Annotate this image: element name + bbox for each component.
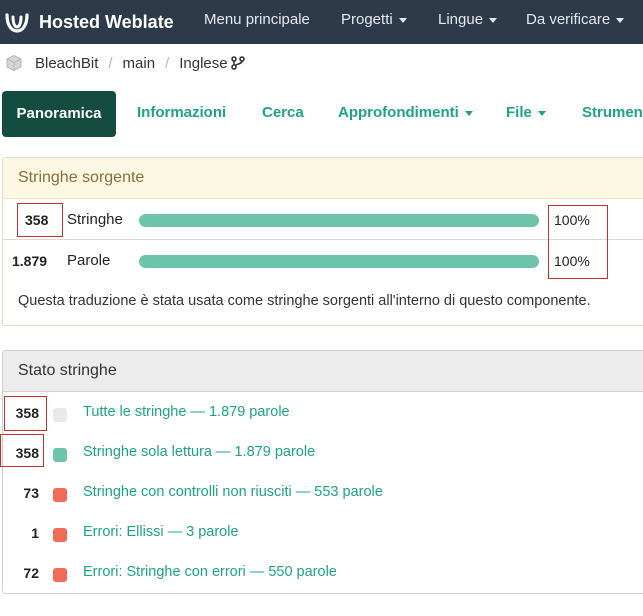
tab-label: Approfondimenti — [338, 104, 459, 121]
source-strings-panel: Stringhe sorgente 358 Stringhe 100% 1.87… — [2, 157, 643, 326]
stat-label: Stringhe — [67, 211, 123, 228]
source-usage-note: Questa traduzione è stata usata come str… — [18, 293, 591, 309]
tab-cerca[interactable]: Cerca — [262, 90, 304, 136]
stat-row-words: 1.879 Parole 100% — [3, 240, 643, 280]
status-count: 73 — [23, 485, 39, 501]
status-color-icon — [53, 488, 67, 502]
tab-label: Panoramica — [16, 105, 102, 122]
branch-icon[interactable] — [230, 56, 245, 70]
list-item: 73 Stringhe con controlli non riusciti —… — [3, 473, 643, 513]
tab-label: Informazioni — [137, 104, 227, 121]
breadcrumb-component-link[interactable]: main — [123, 55, 156, 72]
nav-da-verificare-dropdown[interactable]: Da verificare — [526, 11, 625, 28]
panel-heading: Stringhe sorgente — [3, 158, 643, 199]
nav-progetti-dropdown[interactable]: Progetti — [341, 11, 407, 28]
caret-down-icon — [616, 17, 625, 23]
brand-link[interactable]: Hosted Weblate — [0, 0, 174, 44]
status-count: 1 — [31, 525, 39, 541]
tab-informazioni[interactable]: Informazioni — [137, 90, 226, 136]
status-color-icon — [53, 568, 67, 582]
top-navbar: Hosted Weblate Menu principale Progetti … — [0, 0, 643, 44]
stat-label: Parole — [67, 252, 111, 269]
status-color-icon — [53, 408, 67, 422]
status-color-icon — [53, 448, 67, 462]
list-item: 1 Errori: Ellissi — 3 parole — [3, 513, 643, 553]
breadcrumb-language-link[interactable]: Inglese — [179, 55, 227, 72]
breadcrumb: BleachBit / main / Inglese — [0, 44, 643, 82]
tab-label: Cerca — [262, 104, 304, 121]
annotation-box — [4, 396, 47, 431]
nav-lingue-label: Lingue — [438, 11, 484, 28]
breadcrumb-separator: / — [165, 54, 170, 72]
caret-down-icon — [398, 17, 407, 23]
weblate-logo-icon — [5, 13, 29, 33]
annotation-box — [548, 205, 608, 279]
caret-down-icon — [464, 110, 473, 116]
status-link-errors[interactable]: Errori: Stringhe con errori — 550 parole — [83, 564, 337, 580]
status-link-ellipsis[interactable]: Errori: Ellissi — 3 parole — [83, 524, 239, 540]
progress-bar-strings — [139, 214, 539, 227]
annotation-box — [17, 203, 63, 237]
cube-icon — [6, 54, 22, 72]
tab-file-dropdown[interactable]: File — [506, 90, 546, 136]
tab-strumenti[interactable]: Strument — [582, 90, 643, 136]
status-color-icon — [53, 528, 67, 542]
status-count: 72 — [23, 565, 39, 581]
stat-row-strings: 358 Stringhe 100% — [3, 200, 643, 240]
nav-menu-principale[interactable]: Menu principale — [204, 11, 310, 28]
annotation-box — [0, 434, 44, 467]
brand-name: Hosted Weblate — [39, 11, 174, 32]
status-link-readonly[interactable]: Stringhe sola lettura — 1.879 parole — [83, 444, 315, 460]
status-link-failing-checks[interactable]: Stringhe con controlli non riusciti — 55… — [83, 484, 383, 500]
tab-label: Strument — [582, 104, 643, 121]
list-item: 358 Tutte le stringhe — 1.879 parole — [3, 393, 643, 433]
component-tabs: Panoramica Informazioni Cerca Approfondi… — [0, 90, 643, 138]
list-item: 358 Stringhe sola lettura — 1.879 parole — [3, 433, 643, 473]
tab-panoramica[interactable]: Panoramica — [2, 91, 116, 137]
string-status-panel: Stato stringhe 358 Tutte le stringhe — 1… — [2, 350, 643, 594]
nav-da-verificare-label: Da verificare — [526, 11, 611, 28]
status-link-all[interactable]: Tutte le stringhe — 1.879 parole — [83, 404, 290, 420]
caret-down-icon — [489, 17, 498, 23]
progress-bar-words — [139, 255, 539, 268]
tab-label: File — [506, 104, 532, 121]
word-count: 1.879 — [12, 253, 48, 269]
panel-heading: Stato stringhe — [3, 351, 643, 392]
nav-progetti-label: Progetti — [341, 11, 393, 28]
caret-down-icon — [537, 110, 546, 116]
breadcrumb-project-link[interactable]: BleachBit — [35, 55, 98, 72]
breadcrumb-separator: / — [108, 54, 113, 72]
tab-approfondimenti-dropdown[interactable]: Approfondimenti — [338, 90, 473, 136]
list-item: 72 Errori: Stringhe con errori — 550 par… — [3, 553, 643, 593]
nav-menu-principale-label: Menu principale — [204, 11, 310, 28]
nav-lingue-dropdown[interactable]: Lingue — [438, 11, 498, 28]
